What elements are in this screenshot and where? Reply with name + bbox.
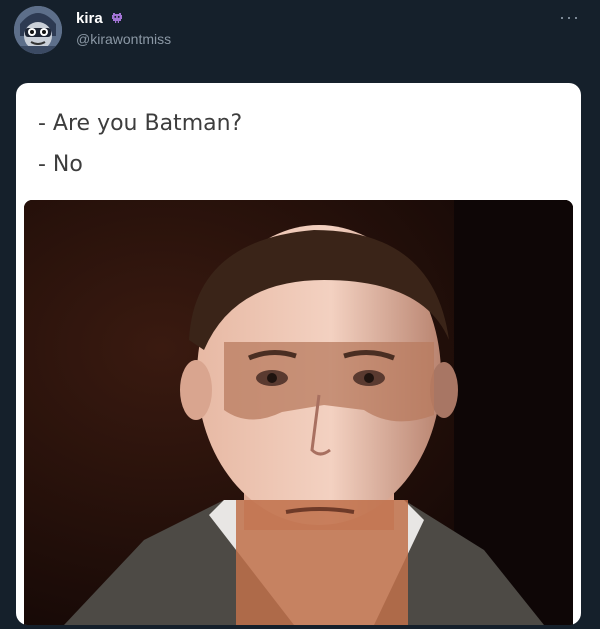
alien-monster-icon: [109, 10, 125, 26]
tweet[interactable]: kira @kirawontmiss ··· - Are you Batman?…: [0, 0, 600, 629]
meme-photo[interactable]: [24, 200, 573, 625]
user-handle[interactable]: @kirawontmiss: [76, 31, 171, 47]
display-name[interactable]: kira: [76, 10, 103, 27]
avatar[interactable]: [14, 6, 62, 54]
tweet-header: kira @kirawontmiss: [76, 8, 171, 48]
meme-caption-line-2: - No: [38, 152, 83, 177]
name-row: kira: [76, 8, 171, 28]
cartoon-avatar-icon: [14, 6, 62, 54]
meme-caption-line-1: - Are you Batman?: [38, 111, 243, 136]
tweet-media[interactable]: - Are you Batman? - No: [16, 83, 581, 625]
more-options-icon[interactable]: ···: [559, 8, 580, 26]
